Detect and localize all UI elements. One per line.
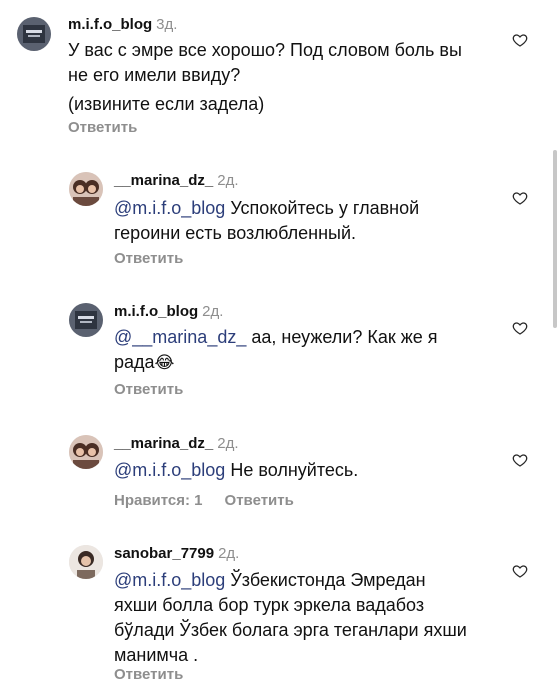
comment-line: У вас с эмре все хорошо? Под словом боль… — [68, 40, 462, 60]
reply-button[interactable]: Ответить — [114, 381, 183, 398]
profile-photo-icon — [69, 172, 103, 206]
profile-photo-icon — [69, 435, 103, 469]
heart-outline-icon[interactable] — [512, 563, 528, 579]
comment-text: @m.i.f.o_blog Не волнуйтесь. — [114, 458, 499, 483]
heart-outline-icon[interactable] — [512, 320, 528, 336]
heart-outline-icon[interactable] — [512, 190, 528, 206]
reply-button[interactable]: Ответить — [225, 492, 294, 509]
comment-line: бўлади Ўзбек болага эрга теганлари яхши — [114, 620, 467, 640]
comment-line: яхши болла бор турк эркела вадабоз — [114, 595, 425, 615]
avatar[interactable] — [69, 303, 103, 337]
timestamp: 2д. — [218, 545, 240, 562]
username[interactable]: __marina_dz_ — [114, 435, 213, 452]
mention-link[interactable]: @m.i.f.o_blog — [114, 570, 225, 590]
heart-outline-icon[interactable] — [512, 452, 528, 468]
mention-link[interactable]: @__marina_dz_ — [114, 327, 246, 347]
reply-button[interactable]: Ответить — [114, 250, 183, 267]
likes-count-button[interactable]: Нравится: 1 — [114, 492, 203, 509]
comment-line: не его имели ввиду? — [68, 65, 241, 85]
mention-link[interactable]: @m.i.f.o_blog — [114, 198, 225, 218]
profile-photo-icon — [69, 545, 103, 579]
avatar[interactable] — [69, 172, 103, 206]
comment-line: (извините если задела) — [68, 94, 265, 114]
laughing-emoji: 😂 — [154, 353, 175, 373]
comment-line: @__marina_dz_ аа, неужели? Как же я — [114, 327, 438, 347]
comment-line: @m.i.f.o_blog Не волнуйтесь. — [114, 460, 359, 480]
comment-line: героини есть возлюбленный. — [114, 223, 356, 243]
timestamp: 2д. — [217, 435, 239, 452]
comment-text: У вас с эмре все хорошо? Под словом боль… — [68, 38, 508, 117]
comment-actions: Ответить — [114, 666, 183, 683]
timestamp: 3д. — [156, 16, 178, 33]
comment-line: манимча . — [114, 645, 199, 665]
comment-text: @__marina_dz_ аа, неужели? Как же я рада… — [114, 325, 499, 376]
comment-header: m.i.f.o_blog 3д. — [68, 16, 177, 34]
comment-actions: Ответить — [68, 119, 137, 136]
scrollbar[interactable] — [553, 150, 557, 328]
comment-header: m.i.f.o_blog 2д. — [114, 303, 223, 321]
comment-header: __marina_dz_ 2д. — [114, 435, 239, 453]
comment-line: @m.i.f.o_blog Успокойтесь у главной — [114, 198, 420, 218]
comment-line: рада😂 — [114, 352, 175, 373]
comment-text: @m.i.f.o_blog Успокойтесь у главной геро… — [114, 196, 499, 246]
comment-actions: Нравится: 1 Ответить — [114, 492, 294, 509]
comment-text: @m.i.f.o_blog Ўзбекистонда Эмредан яхши … — [114, 568, 499, 668]
reply-button[interactable]: Ответить — [114, 666, 183, 683]
username[interactable]: __marina_dz_ — [114, 172, 213, 189]
comment-line: @m.i.f.o_blog Ўзбекистонда Эмредан — [114, 570, 426, 590]
profile-photo-icon — [69, 303, 103, 337]
heart-outline-icon[interactable] — [512, 32, 528, 48]
comment-header: sanobar_7799 2д. — [114, 545, 239, 563]
username[interactable]: sanobar_7799 — [114, 545, 214, 562]
profile-photo-icon — [17, 17, 51, 51]
comment-actions: Ответить — [114, 381, 183, 398]
avatar[interactable] — [69, 435, 103, 469]
avatar[interactable] — [69, 545, 103, 579]
username[interactable]: m.i.f.o_blog — [68, 16, 152, 33]
comment-actions: Ответить — [114, 250, 183, 267]
avatar[interactable] — [17, 17, 51, 51]
timestamp: 2д. — [217, 172, 239, 189]
reply-button[interactable]: Ответить — [68, 119, 137, 136]
username[interactable]: m.i.f.o_blog — [114, 303, 198, 320]
mention-link[interactable]: @m.i.f.o_blog — [114, 460, 225, 480]
timestamp: 2д. — [202, 303, 224, 320]
comment-header: __marina_dz_ 2д. — [114, 172, 239, 190]
